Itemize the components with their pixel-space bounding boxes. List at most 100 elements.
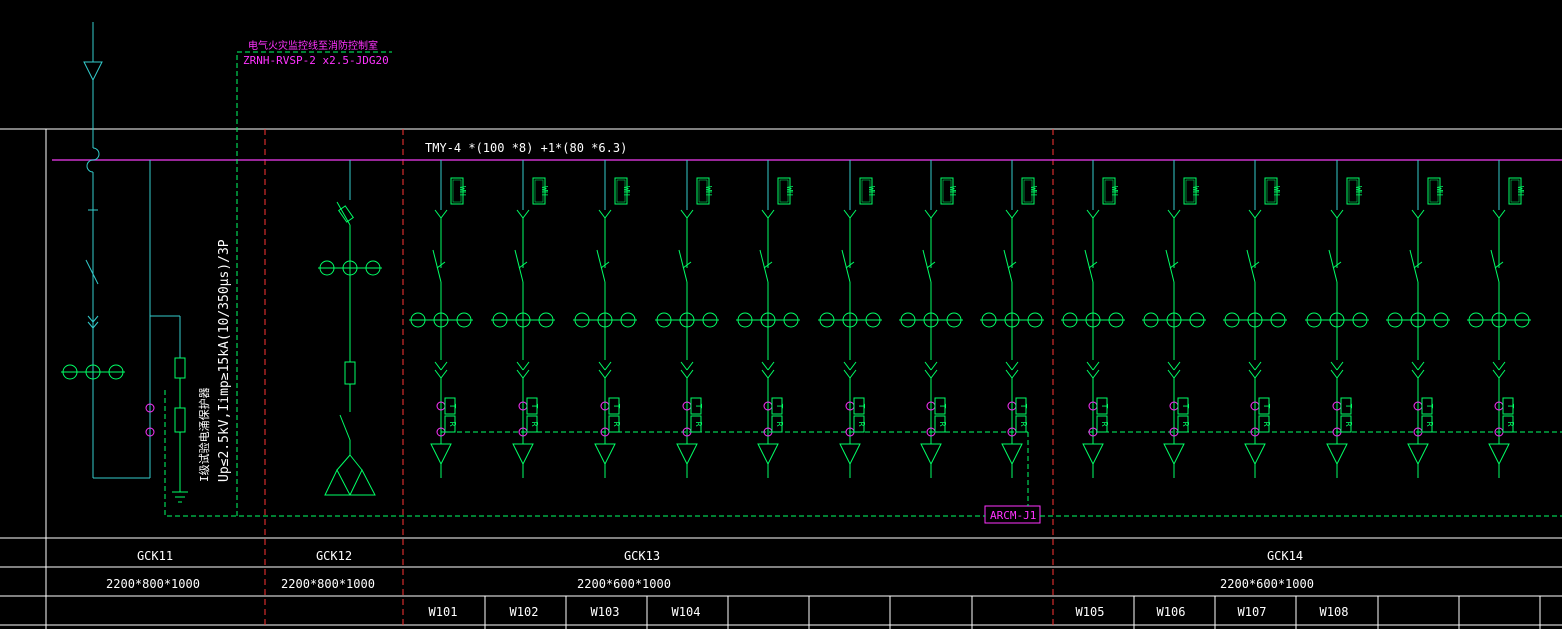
feeder: T R WH [736,160,800,478]
rcm-label: R [694,422,703,427]
feeder: T R WH [1142,160,1206,478]
wire [349,454,363,471]
plug-in-contact [604,209,612,219]
plug-contact [1411,361,1419,371]
wh-meter-label: WH [458,186,467,196]
plug-in-contact [1411,209,1419,219]
plug-in-contact [440,209,448,219]
feeder: T R WH [573,160,637,478]
plug-contact [434,361,442,371]
plug-contact [1005,361,1013,371]
ct-label: T [694,404,703,409]
plug-contact [604,361,612,371]
panel-size: 2200*800*1000 [106,577,200,591]
panel-table: GCK11 GCK12 GCK13 GCK14 2200*800*1000 22… [106,549,1314,591]
panel-name: GCK11 [137,549,173,563]
feeder: T R WH [980,160,1044,478]
ct-label: T [530,404,539,409]
fuse-symbol [174,357,186,379]
ct-label: T [1344,404,1353,409]
fuse-symbol [344,361,356,385]
plug-in-contact [930,209,938,219]
plug-contact [522,361,530,371]
wh-meter-label: WH [1272,186,1281,196]
plug-in-contact [1417,209,1425,219]
plug-in-contact [767,209,775,219]
cable-terminal [1001,443,1023,466]
circuit-label: W108 [1320,605,1349,619]
spd-triangle [324,468,351,496]
feeder: T R WH [655,160,719,478]
plug-contact [843,369,851,379]
panel-name: GCK12 [316,549,352,563]
plug-contact [440,361,448,371]
wh-meter-label: WH [1516,186,1525,196]
circuit-label: W105 [1076,605,1105,619]
cable-terminal [1082,443,1104,466]
arcm-label: ARCM-J1 [990,509,1036,522]
cable-terminal [1244,443,1266,466]
wh-meter-label: WH [704,186,713,196]
plug-in-contact [924,209,932,219]
feeder: T R WH [1386,160,1450,478]
plug-contact [598,361,606,371]
plug-contact [1492,361,1500,371]
panel-name: GCK14 [1267,549,1303,563]
busbar-label: TMY-4 *(100 *8) +1*(80 *6.3) [425,141,627,155]
circuit-labels: W101 W102 W103 W104 W105 W106 W107 W108 [429,605,1349,619]
wire [92,315,99,323]
cable-terminal [430,443,452,466]
plug-in-contact [522,209,530,219]
plug-contact [1011,361,1019,371]
plug-contact [1173,369,1181,379]
plug-contact [1417,361,1425,371]
plug-contact [1248,361,1256,371]
feeder: T R WH [491,160,555,478]
plug-in-contact [686,209,694,219]
wh-meter-label: WH [867,186,876,196]
plug-contact [1167,369,1175,379]
plug-contact [1092,369,1100,379]
plug-in-contact [1092,209,1100,219]
feeder: T R WH [899,160,963,478]
cable-terminal [1488,443,1510,466]
plug-contact [930,369,938,379]
wh-meter-label: WH [1029,186,1038,196]
plug-in-contact [516,209,524,219]
cable-terminal [594,443,616,466]
plug-contact [1330,361,1338,371]
ct-label: T [775,404,784,409]
spd-triangle [349,468,376,496]
plug-contact [1167,361,1175,371]
plug-in-contact [843,209,851,219]
electrical-schematic: TMY-4 *(100 *8) +1*(80 *6.3) 电气火灾监控线至消防控… [0,22,1562,629]
plug-in-contact [1011,209,1019,219]
ct-label: T [448,404,457,409]
plug-contact [843,361,851,371]
wh-meter-label: WH [948,186,957,196]
rcm-label: R [857,422,866,427]
plug-contact [1086,369,1094,379]
outgoing-feeders: T R WH T R WH T R WH T R WH T R WH T R WH T R WH T R WH T R WH T R WH… [409,160,1531,478]
plug-contact [1254,369,1262,379]
cable-terminal [1407,443,1429,466]
cable-terminal [676,443,698,466]
plug-contact [767,369,775,379]
spd-name: I级试验电涌保护器 [197,387,211,482]
cable-terminal [920,443,942,466]
plug-contact [767,361,775,371]
circuit-label: W101 [429,605,458,619]
cable-terminal [1326,443,1348,466]
feeder: T R WH [1305,160,1369,478]
fire-alarm-cable-note: 电气火灾监控线至消防控制室 ZRNH-RVSP-2 x2.5-JDG20 [236,39,392,516]
rcm-label: R [530,422,539,427]
rcm-label: R [938,422,947,427]
wire [92,321,99,329]
circuit-label: W102 [510,605,539,619]
plug-in-contact [1254,209,1262,219]
spd-panel-apparatus [318,160,382,496]
spd-symbol [174,407,186,433]
wh-meter-label: WH [540,186,549,196]
rcm-label: R [1262,422,1271,427]
cable-note-title: 电气火灾监控线至消防控制室 [248,39,378,52]
